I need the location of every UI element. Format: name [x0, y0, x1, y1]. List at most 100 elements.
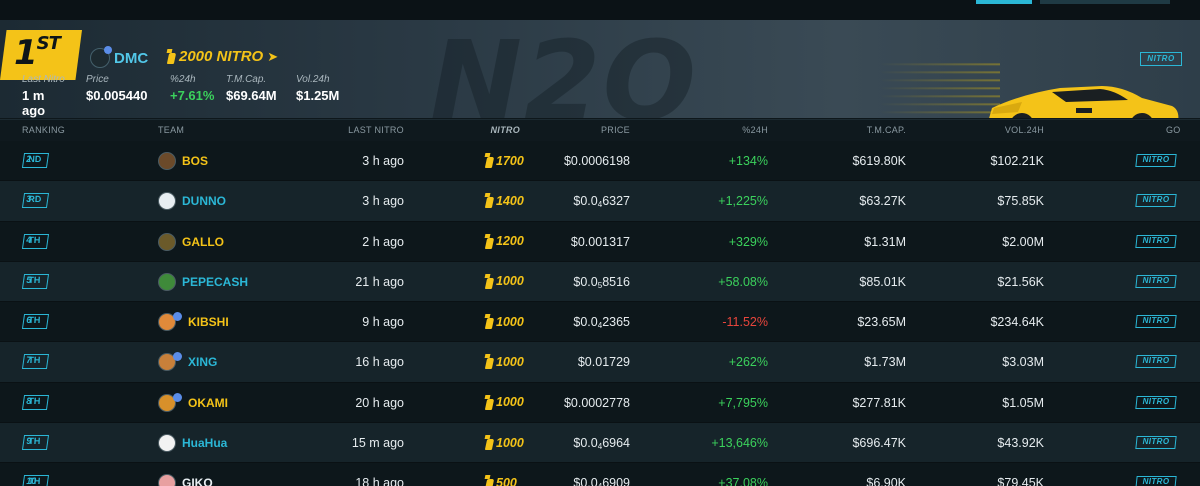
row-nitro-button[interactable]: NITRO [1135, 436, 1177, 450]
row-nitro-button[interactable]: NITRO [1135, 234, 1177, 248]
mcap-cell: $1.31M [864, 234, 906, 249]
row-nitro-button[interactable]: NITRO [1135, 395, 1177, 409]
team-name[interactable]: GIKO [182, 476, 213, 486]
team-name[interactable]: GALLO [182, 235, 224, 249]
rank-suffix: TH [27, 476, 41, 486]
gallo-avatar-icon [158, 232, 176, 251]
col-price[interactable]: PRICE [580, 125, 630, 135]
nitro-bottle-icon [484, 354, 493, 369]
race-car-icon [989, 86, 1179, 118]
stat-label: T.M.Cap. [226, 74, 267, 85]
stat-last-nitro: Last Nitro 1 m ago [22, 74, 70, 118]
nitro-bottle-icon [484, 314, 493, 329]
table-row[interactable]: 8 TH OKAMI 20 h ago 1000 $0.0002778 +7,795% $27… [0, 382, 1200, 424]
col-nitro[interactable]: NITRO [470, 125, 520, 135]
last-nitro-cell: 9 h ago [362, 315, 404, 330]
price-cell: $0.058516 [540, 275, 630, 290]
row-nitro-button[interactable]: NITRO [1135, 274, 1177, 288]
leader-token-name: DMC [114, 49, 149, 67]
price-tail: 6327 [602, 194, 630, 209]
mcap-cell: $85.01K [859, 274, 906, 289]
top-tab-secondary[interactable] [1040, 0, 1170, 4]
col-ranking[interactable]: RANKING [22, 125, 65, 135]
leader-hero-banner: N2O 1ST DMC 2000 NITRO ➤ NITRO Last Nitr… [0, 20, 1200, 118]
price-cell: $0.046327 [540, 194, 630, 209]
team-cell[interactable]: GALLO [158, 232, 224, 251]
price-cell: $0.046964 [540, 436, 630, 451]
team-name[interactable]: DUNNO [182, 194, 226, 208]
last-nitro-cell: 3 h ago [362, 194, 404, 209]
giko-avatar-icon [158, 474, 176, 486]
team-cell[interactable]: BOS [158, 152, 208, 170]
rank-suffix: RD [27, 194, 42, 205]
price-value: $0.0006198 [563, 154, 630, 168]
chain-badge-icon [173, 312, 182, 322]
volume-cell: $21.56K [997, 274, 1044, 289]
nitro-bottle-icon [484, 193, 493, 208]
top-strip [0, 0, 1200, 20]
row-nitro-button[interactable]: NITRO [1135, 315, 1177, 329]
stat-label: Last Nitro [22, 74, 65, 85]
nitro-cell: 1000 [484, 354, 524, 369]
table-row[interactable]: 6 TH KIBSHI 9 h ago 1000 $0.042365 -11.52% $23.… [0, 302, 1200, 343]
team-name[interactable]: HuaHua [182, 436, 227, 450]
n2o-watermark: N2O [430, 20, 699, 118]
price-cell: $0.0002778 [540, 396, 630, 410]
price-value: $0.0002778 [563, 395, 630, 410]
stat-value: $69.64M [226, 88, 277, 103]
table-row[interactable]: 9 TH HuaHua 15 m ago 1000 $0.046964 +13,646% $6… [0, 423, 1200, 464]
row-nitro-button[interactable]: NITRO [1135, 194, 1177, 208]
col-last-nitro[interactable]: LAST NITRO [330, 125, 404, 135]
team-cell[interactable]: PEPECASH [158, 272, 248, 291]
team-name[interactable]: OKAMI [188, 396, 228, 410]
nitro-bottle-icon [484, 395, 493, 410]
team-name[interactable]: PEPECASH [182, 275, 248, 289]
table-row[interactable]: 2 ND BOS 3 h ago 1700 $0.0006198 +134% $619.80K… [0, 141, 1200, 182]
row-nitro-button[interactable]: NITRO [1135, 154, 1177, 167]
col-change[interactable]: %24H [720, 125, 768, 135]
team-cell[interactable]: HuaHua [158, 434, 227, 453]
row-nitro-button[interactable]: NITRO [1135, 355, 1177, 369]
price-value: $0.0 [573, 194, 598, 209]
price-cell: $0.001317 [540, 235, 630, 249]
volume-cell: $43.92K [997, 436, 1044, 451]
table-row[interactable]: 5 TH PEPECASH 21 h ago 1000 $0.058516 +58.08% $… [0, 261, 1200, 303]
nitro-value: 1000 [496, 274, 524, 289]
table-row[interactable]: 10TH GIKO 18 h ago 500 $0.046909 +37.08% $6.90… [0, 463, 1200, 486]
top-tab-indicator[interactable] [976, 0, 1032, 4]
table-row[interactable]: 3 RD DUNNO 3 h ago 1400 $0.046327 +1,225% $63.2… [0, 181, 1200, 222]
leaderboard-app: N2O 1ST DMC 2000 NITRO ➤ NITRO Last Nitr… [0, 0, 1200, 486]
volume-cell: $1.05M [1002, 395, 1044, 410]
first-place-badge: 1ST [0, 30, 82, 80]
leader-token[interactable]: DMC [90, 46, 149, 68]
volume-cell: $75.85K [997, 194, 1044, 209]
team-name[interactable]: KIBSHI [188, 315, 229, 329]
stat-price: Price $0.005440 [86, 74, 154, 118]
okami-avatar-icon [158, 392, 182, 412]
col-mcap[interactable]: T.M.CAP. [840, 125, 906, 135]
flame-icon: ➤ [267, 48, 279, 64]
hero-nitro-button[interactable]: NITRO [1140, 52, 1182, 66]
volume-cell: $3.03M [1002, 355, 1044, 370]
rank-suffix: TH [27, 315, 41, 326]
price-value: $0.01729 [577, 355, 630, 370]
table-row[interactable]: 4 TH GALLO 2 h ago 1200 $0.001317 +329% $1.31M $… [0, 221, 1200, 262]
last-nitro-cell: 16 h ago [355, 355, 404, 370]
team-cell[interactable]: OKAMI [158, 392, 228, 412]
team-cell[interactable]: KIBSHI [158, 312, 229, 332]
rank-suffix: TH [27, 274, 41, 285]
team-name[interactable]: XING [188, 355, 217, 369]
col-team[interactable]: TEAM [158, 125, 184, 135]
price-tail: 2365 [602, 315, 630, 330]
team-cell[interactable]: GIKO [158, 474, 213, 486]
price-value: $0.0 [573, 476, 598, 486]
team-cell[interactable]: DUNNO [158, 192, 226, 211]
nitro-value: 1000 [496, 354, 524, 369]
row-nitro-button[interactable]: NITRO [1135, 476, 1177, 486]
nitro-cell: 1700 [484, 153, 524, 168]
kibshi-avatar-icon [158, 312, 182, 332]
team-name[interactable]: BOS [182, 154, 208, 168]
col-volume[interactable]: VOL.24H [980, 125, 1044, 135]
table-row[interactable]: 7 TH XING 16 h ago 1000 $0.01729 +262% $1.73M $3… [0, 342, 1200, 383]
team-cell[interactable]: XING [158, 352, 217, 372]
